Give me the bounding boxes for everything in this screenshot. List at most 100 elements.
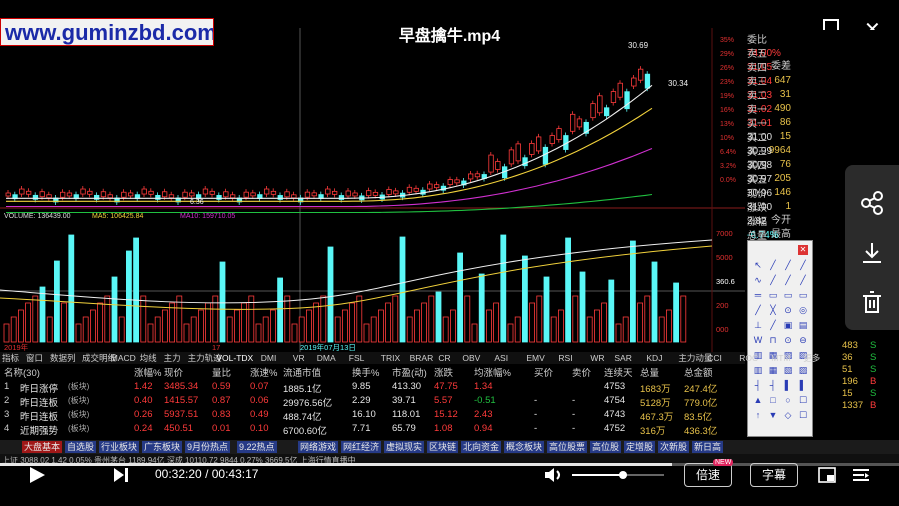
table-header[interactable]: 卖价	[572, 365, 591, 379]
drawing-tool-icon[interactable]: ▦	[767, 364, 779, 376]
indicator-tab[interactable]: ASI	[494, 352, 508, 364]
indicator-tab[interactable]: MACD	[111, 352, 136, 364]
drawing-tool-icon[interactable]: ▼	[767, 409, 779, 421]
drawing-tool-icon[interactable]: ↑	[752, 409, 764, 421]
drawing-tool-icon[interactable]: ╱	[752, 304, 764, 316]
indicator-tab[interactable]: RSI	[558, 352, 572, 364]
board-tab[interactable]: 新日高	[692, 441, 724, 453]
volume-icon[interactable]	[544, 466, 564, 489]
pip-icon[interactable]	[818, 466, 836, 489]
stock-name[interactable]: 昨日连板	[20, 409, 58, 423]
drawing-tool-icon[interactable]: ╱	[767, 319, 779, 331]
indicator-tab[interactable]: BRAR	[410, 352, 434, 364]
board-tab[interactable]: 次新股	[658, 441, 690, 453]
drawing-tool-icon[interactable]: ╱	[797, 274, 809, 286]
drawing-tool-icon[interactable]: ┤	[767, 379, 779, 391]
drawing-tool-icon[interactable]: ▭	[797, 289, 809, 301]
indicator-tab[interactable]: VR	[293, 352, 305, 364]
drawing-tool-icon[interactable]: ╳	[767, 304, 779, 316]
table-header[interactable]: 流通市值	[283, 365, 321, 379]
board-tab[interactable]: 虚拟现实	[384, 441, 425, 453]
drawing-tool-icon[interactable]: ╱	[782, 259, 794, 271]
drawing-tool-icon[interactable]: ◇	[782, 409, 794, 421]
stock-name[interactable]: 昨日涨停	[20, 381, 58, 395]
indicator-tab[interactable]: 窗口	[26, 352, 43, 364]
indicator-tab[interactable]: EMV	[526, 352, 544, 364]
table-header[interactable]: 总量	[640, 365, 659, 379]
drawing-tool-icon[interactable]: ╱	[782, 274, 794, 286]
board-tab[interactable]: 高位股	[590, 441, 622, 453]
table-header[interactable]: 涨跌	[434, 365, 453, 379]
board-tab[interactable]: 大盘基本	[22, 441, 63, 453]
drawing-tool-icon[interactable]: ◎	[797, 304, 809, 316]
board-tab[interactable]: 网络游戏	[298, 441, 339, 453]
palette-close-icon[interactable]: ✕	[798, 245, 808, 255]
table-header[interactable]: 市盈(动)	[392, 365, 427, 379]
drawing-tool-icon[interactable]: ▲	[752, 394, 764, 406]
play-icon[interactable]	[28, 466, 46, 489]
indicator-tab[interactable]: 指标	[2, 352, 19, 364]
board-tab[interactable]: 北向资金	[461, 441, 502, 453]
drawing-tool-icon[interactable]: ⊙	[782, 304, 794, 316]
table-header[interactable]: 买价	[534, 365, 553, 379]
indicator-tab[interactable]: CR	[438, 352, 450, 364]
stock-name[interactable]: 近期强势	[20, 423, 58, 437]
drawing-tool-icon[interactable]: ☐	[797, 394, 809, 406]
indicator-tab[interactable]: DMI	[261, 352, 277, 364]
drawing-tool-icon[interactable]: W	[752, 334, 764, 346]
board-tab[interactable]: 行业板块	[99, 441, 140, 453]
indicator-tab[interactable]: OBV	[462, 352, 480, 364]
playlist-icon[interactable]	[852, 466, 870, 489]
drawing-tool-icon[interactable]: ▭	[782, 289, 794, 301]
drawing-tool-icon[interactable]: ☐	[797, 409, 809, 421]
drawing-tool-icon[interactable]: ∿	[752, 274, 764, 286]
board-tab[interactable]: 广东板块	[142, 441, 183, 453]
share-icon[interactable]	[858, 189, 886, 217]
kline-chart[interactable]: 30.6930.346.36VOLUME: 136439.00 MA5: 1064…	[0, 28, 745, 352]
drawing-tool-icon[interactable]: ▨	[797, 364, 809, 376]
drawing-tool-icon[interactable]: ▤	[797, 319, 809, 331]
speed-button[interactable]: 倍速	[684, 463, 732, 487]
board-tab[interactable]: 自选股	[65, 441, 97, 453]
indicator-tab[interactable]: 均线	[140, 352, 157, 364]
drawing-tool-icon[interactable]: ▣	[782, 319, 794, 331]
drawing-tool-icon[interactable]: ▌	[782, 379, 794, 391]
indicator-tab[interactable]: SAR	[614, 352, 631, 364]
board-tab[interactable]: 高位股票	[547, 441, 588, 453]
table-header[interactable]: 总金额	[684, 365, 713, 379]
table-header[interactable]: 量比	[212, 365, 231, 379]
indicator-tab[interactable]: 数据列	[50, 352, 76, 364]
download-icon[interactable]	[858, 239, 886, 267]
drawing-tool-icon[interactable]: ▭	[767, 289, 779, 301]
volume-slider[interactable]	[572, 470, 664, 480]
indicator-tab[interactable]: DMA	[317, 352, 336, 364]
next-icon[interactable]	[112, 466, 130, 489]
drawing-tool-icon[interactable]: ▧	[782, 364, 794, 376]
indicator-tab[interactable]: WR	[590, 352, 604, 364]
stock-name[interactable]: 昨日连板	[20, 395, 58, 409]
indicator-tab[interactable]: CCI	[707, 352, 722, 364]
drawing-tool-icon[interactable]: ▥	[752, 364, 764, 376]
drawing-tool-icon[interactable]: ⊙	[782, 334, 794, 346]
drawing-tool-icon[interactable]: ╱	[767, 274, 779, 286]
drawing-tool-icon[interactable]: ⊖	[797, 334, 809, 346]
indicator-tab[interactable]: VOL-TDX	[216, 352, 253, 364]
indicator-tab[interactable]: 主力	[164, 352, 181, 364]
drawing-tool-icon[interactable]: ┤	[752, 379, 764, 391]
table-header[interactable]: 现价	[164, 365, 183, 379]
drawing-tool-icon[interactable]: ↖	[752, 259, 764, 271]
drawing-tool-icon[interactable]: ▌	[797, 379, 809, 391]
board-tab[interactable]: 网红经济	[341, 441, 382, 453]
indicator-tab[interactable]: FSL	[349, 352, 365, 364]
drawing-tool-icon[interactable]: ╱	[797, 259, 809, 271]
indicator-tab[interactable]: ROC	[739, 352, 758, 364]
table-header[interactable]: 换手%	[352, 365, 379, 379]
drawing-tool-icon[interactable]: ○	[782, 394, 794, 406]
subtitle-button[interactable]: 字幕	[750, 463, 798, 487]
table-header[interactable]: 名称(30)	[4, 365, 40, 379]
drawing-tool-icon[interactable]: ╱	[767, 259, 779, 271]
drawing-tool-icon[interactable]: ⊓	[767, 334, 779, 346]
drawing-tool-icon[interactable]: □	[767, 394, 779, 406]
trash-icon[interactable]	[858, 289, 886, 317]
board-tab[interactable]: 区块链	[427, 441, 459, 453]
